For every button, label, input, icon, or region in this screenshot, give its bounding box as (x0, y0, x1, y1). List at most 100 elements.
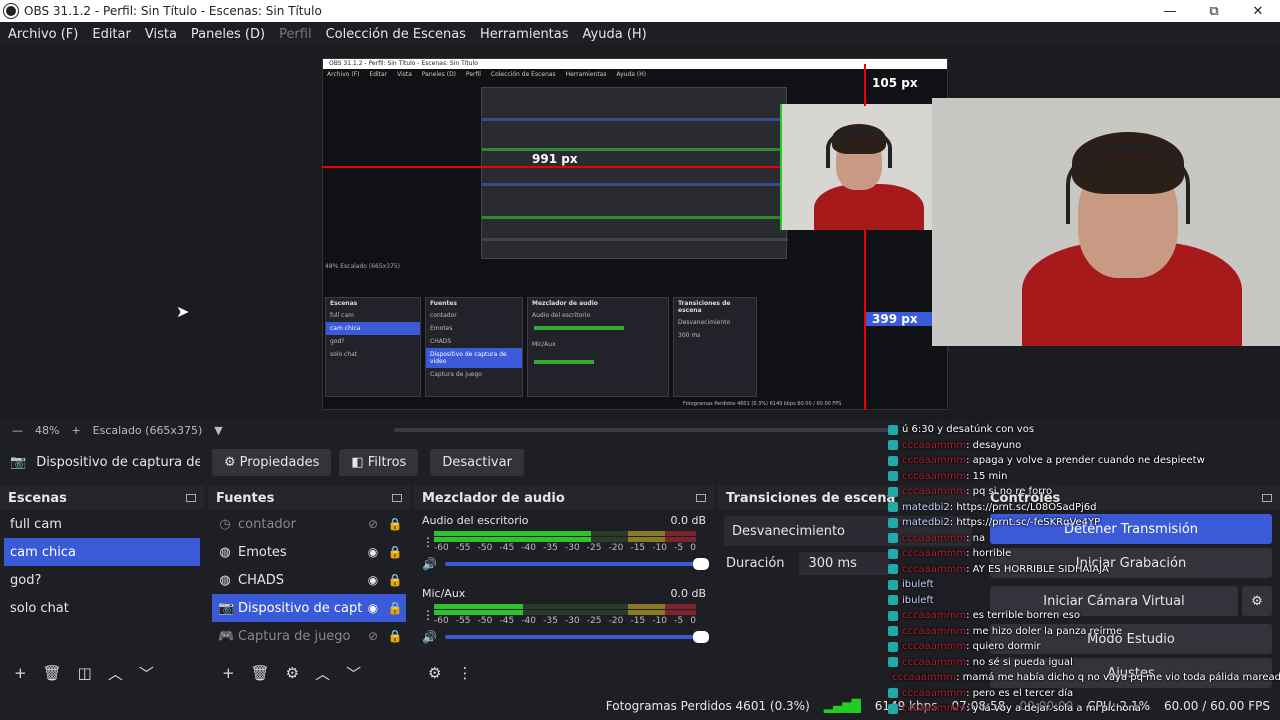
remove-source-icon[interactable]: 🗑 (251, 664, 270, 682)
nested-dock-title: Transiciones de escena (678, 300, 731, 314)
settings-button[interactable]: Ajustes (990, 658, 1272, 688)
meter-tick-label: -40 (521, 543, 537, 553)
scene-item[interactable]: cam chica (4, 538, 200, 566)
nested-strip (482, 118, 788, 121)
measure-label-top: 105 px (872, 76, 918, 90)
eye-icon[interactable]: ◉ (362, 601, 384, 615)
scene-filters-icon[interactable]: ◫ (78, 664, 92, 682)
eye-icon[interactable]: ◉ (362, 573, 384, 587)
move-up-icon[interactable]: ︿ (108, 663, 123, 684)
properties-button[interactable]: ⚙ Propiedades (212, 448, 332, 476)
window-title: OBS 31.1.2 - Perfil: Sin Título - Escena… (24, 4, 322, 18)
signal-bars-icon: ▂▄▆█ (823, 699, 861, 713)
speaker-icon[interactable]: 🔊 (422, 630, 437, 644)
move-up-icon[interactable]: ︿ (315, 663, 330, 684)
deactivate-button[interactable]: Desactivar (430, 448, 524, 476)
nested-mixer-dock: Mezclador de audio Audio del escritorio … (527, 297, 669, 397)
undock-icon[interactable] (1262, 494, 1272, 502)
undock-icon[interactable] (696, 494, 706, 502)
advanced-audio-icon[interactable]: ⚙ (428, 664, 441, 682)
source-label: Captura de juego (238, 628, 351, 644)
minimize-button[interactable]: — (1148, 0, 1192, 22)
menu-docks[interactable]: Paneles (D) (191, 27, 265, 42)
add-scene-icon[interactable]: + (14, 664, 27, 682)
obs-logo-icon (4, 4, 18, 18)
nested-mixer-row: Audio del escritorio (532, 312, 591, 319)
stop-stream-button[interactable]: Detener Transmisión (990, 514, 1272, 544)
measure-label-right: 399 px (872, 312, 918, 326)
eye-icon[interactable]: ◉ (362, 545, 384, 559)
zoom-out-button[interactable]: — (12, 424, 23, 437)
measure-line-top (864, 64, 866, 106)
undock-icon[interactable] (392, 494, 402, 502)
virtual-camera-settings-icon[interactable]: ⚙ (1242, 586, 1272, 616)
speaker-icon[interactable]: 🔊 (422, 557, 437, 571)
zoom-in-button[interactable]: + (71, 424, 80, 437)
move-down-icon[interactable]: ﹀ (346, 663, 361, 684)
add-source-icon[interactable]: + (222, 664, 235, 682)
close-button[interactable]: ✕ (1236, 0, 1280, 22)
mixer-menu-icon[interactable]: ⋮ (457, 664, 472, 682)
maximize-button[interactable]: ⧉ (1192, 0, 1236, 22)
start-virtual-camera-button[interactable]: Iniciar Cámara Virtual (990, 586, 1238, 616)
lock-icon[interactable]: 🔒 (384, 573, 406, 587)
eye-hidden-icon[interactable]: ⊘ (362, 517, 384, 531)
filters-button[interactable]: ◧ Filtros (339, 448, 419, 476)
channel-menu-icon[interactable]: ⋮ (422, 535, 434, 549)
move-down-icon[interactable]: ﹀ (139, 663, 154, 684)
channel-menu-icon[interactable]: ⋮ (422, 608, 434, 622)
scaling-dropdown-icon[interactable]: ▼ (214, 424, 222, 437)
menu-tools[interactable]: Herramientas (480, 27, 569, 42)
transition-select[interactable]: Desvanecimiento (724, 516, 972, 546)
volume-knob[interactable] (692, 631, 709, 643)
volume-knob[interactable] (692, 558, 709, 570)
duration-input[interactable]: 300 ms (798, 552, 889, 575)
menu-scene-collection[interactable]: Colección de Escenas (326, 27, 466, 42)
source-item[interactable]: 📷 Dispositivo de captura de video ◉ 🔒 (212, 594, 406, 622)
start-recording-button[interactable]: Iniciar Grabación (990, 548, 1272, 578)
transitions-dock-title: Transiciones de escena (718, 486, 978, 510)
meter-tick-label: -20 (608, 543, 624, 553)
duration-label: Duración (726, 556, 785, 571)
undock-icon[interactable] (186, 494, 196, 502)
source-item[interactable]: ◍ CHADS ◉ 🔒 (212, 566, 406, 594)
studio-mode-button[interactable]: Modo Estudio (990, 624, 1272, 654)
menu-view[interactable]: Vista (145, 27, 177, 42)
meter-bar (434, 610, 696, 615)
scene-item[interactable]: full cam (4, 510, 200, 538)
lock-icon[interactable]: 🔒 (384, 517, 406, 531)
transition-selected: Desvanecimiento (732, 523, 846, 539)
lock-icon[interactable]: 🔒 (384, 601, 406, 615)
source-settings-icon[interactable]: ⚙ (286, 664, 299, 682)
nested-strip (482, 216, 788, 219)
preview-area[interactable]: OBS 31.1.2 - Perfil: Sin Título - Escena… (0, 46, 1280, 420)
source-item[interactable]: ◷ contador ⊘ 🔒 (212, 510, 406, 538)
nested-strip (482, 183, 788, 186)
eye-hidden-icon[interactable]: ⊘ (362, 629, 384, 643)
source-item[interactable]: ◍ Emotes ◉ 🔒 (212, 538, 406, 566)
sources-dock-title: Fuentes (208, 486, 410, 510)
channel-name: Mic/Aux (422, 587, 466, 600)
meter-tick-label: -50 (477, 543, 493, 553)
nested-mixer-row: Mic/Aux (532, 341, 556, 348)
preview-horizontal-scrollbar[interactable] (394, 428, 894, 432)
source-item[interactable]: 🎮 Captura de juego ⊘ 🔒 (212, 622, 406, 650)
meter-tick-label: -45 (499, 616, 515, 626)
scene-item[interactable]: solo chat (4, 594, 200, 622)
lock-icon[interactable]: 🔒 (384, 629, 406, 643)
menu-help[interactable]: Ayuda (H) (583, 27, 647, 42)
volume-slider[interactable] (444, 558, 709, 570)
stream-time: 07:08:58 (951, 699, 1006, 713)
volume-slider[interactable] (444, 631, 709, 643)
menu-file[interactable]: Archivo (F) (8, 27, 78, 42)
mouse-cursor-icon: ➤ (176, 302, 190, 321)
meter-tick-label: -10 (652, 616, 667, 626)
remove-scene-icon[interactable]: 🗑 (43, 664, 62, 682)
selected-source-name: Dispositivo de captura de v (36, 454, 200, 470)
nested-sources-dock: Fuentes contador Emotes CHADS Dispositiv… (425, 297, 523, 397)
scene-item[interactable]: god? (4, 566, 200, 594)
nested-obs-menu: Archivo (F) Editar Vista Paneles (D) Per… (323, 69, 947, 81)
menu-edit[interactable]: Editar (92, 27, 131, 42)
lock-icon[interactable]: 🔒 (384, 545, 406, 559)
record-time: 00:00:00 (1019, 699, 1074, 713)
